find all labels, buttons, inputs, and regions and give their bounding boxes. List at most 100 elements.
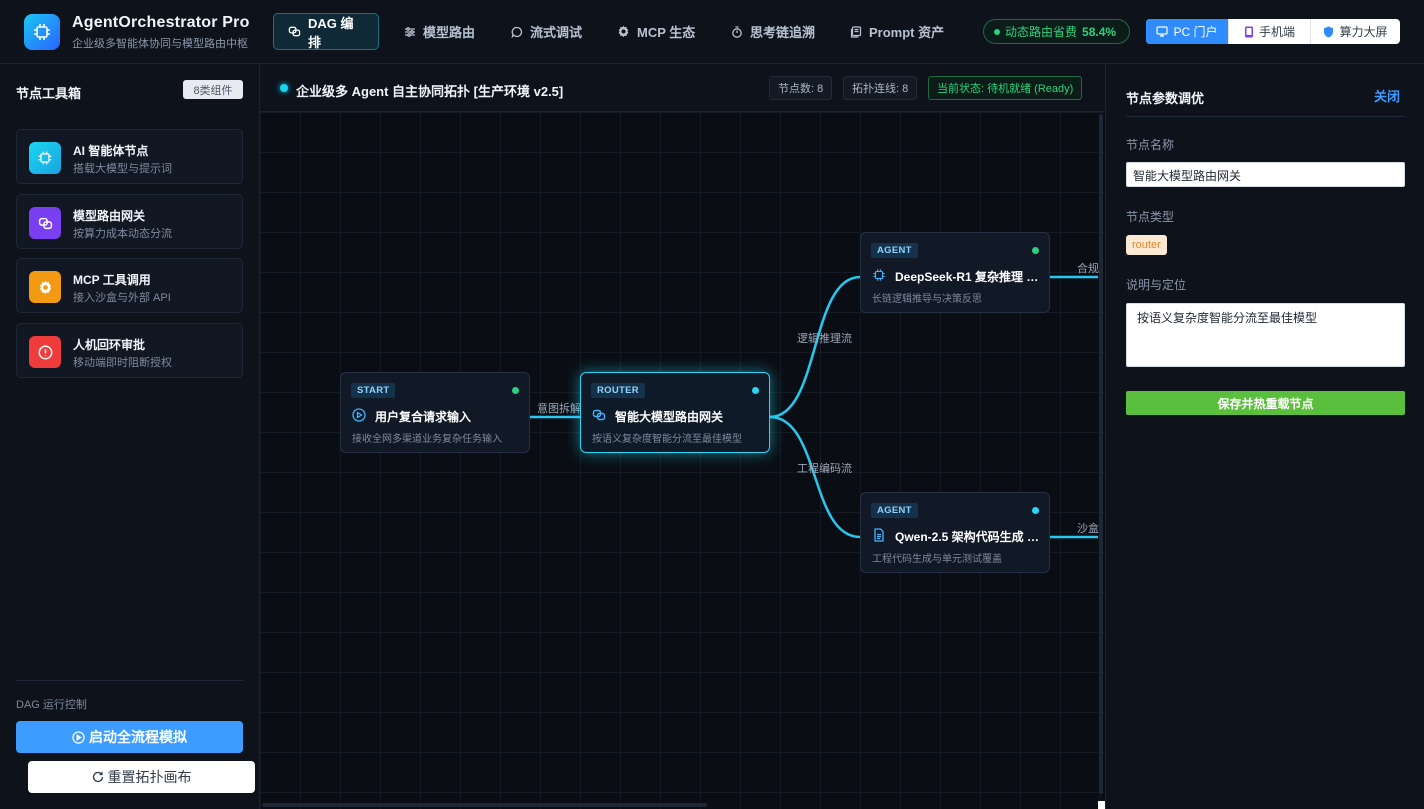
tool-icon-box <box>29 207 61 239</box>
horizontal-scrollbar[interactable] <box>262 803 707 807</box>
tool-desc: 接入沙盒与外部 API <box>73 292 171 304</box>
play-icon <box>352 408 366 422</box>
tab-mcp-label: MCP 生态 <box>637 25 696 40</box>
node-name-input[interactable]: 智能大模型路由网关 <box>1126 162 1405 187</box>
edge-label-sandbox: 沙盒 <box>1077 523 1099 535</box>
edge-router-qwen <box>769 415 861 539</box>
divider <box>16 680 243 681</box>
tool-icon-box <box>29 271 61 303</box>
node-toolbox-panel: 节点工具箱 8类组件 AI 智能体节点 搭载大模型与提示词 模型路由网关 按算力… <box>0 64 260 809</box>
dag-canvas[interactable]: 意图拆解 逻辑推理流 工程编码流 合规 沙盒 START 用户复合请求输入 接收… <box>260 64 1105 809</box>
node-status-dot <box>1032 507 1039 514</box>
vertical-scrollbar[interactable] <box>1099 114 1103 794</box>
node-title: 智能大模型路由网关 <box>615 410 724 424</box>
tab-prompt-assets-label: Prompt 资产 <box>869 25 945 40</box>
edge-router-deepseek <box>769 275 861 419</box>
node-desc: 工程代码生成与单元测试覆盖 <box>872 554 1002 565</box>
chip-icon <box>34 24 50 40</box>
tool-human-approval[interactable]: 人机回环审批 移动端即时阻断授权 <box>16 323 243 378</box>
tool-model-router[interactable]: 模型路由网关 按算力成本动态分流 <box>16 194 243 249</box>
chat-icon <box>511 26 523 38</box>
node-router[interactable]: ROUTER 智能大模型路由网关 按语义复杂度智能分流至最佳模型 <box>580 372 770 453</box>
view-mobile-button[interactable]: 手机端 <box>1229 19 1311 44</box>
params-title: 节点参数调优 <box>1126 91 1205 106</box>
tab-dag-label: DAG 编排 <box>308 15 354 50</box>
tab-stream-debug-label: 流式调试 <box>530 25 583 40</box>
refresh-icon <box>92 771 103 783</box>
chip-icon <box>38 151 52 165</box>
doc-icon <box>874 528 884 542</box>
phone-icon <box>1244 26 1253 37</box>
edge-label-reasoning: 逻辑推理流 <box>797 333 852 345</box>
routing-savings-label: 动态路由省费 <box>1005 25 1078 39</box>
node-desc: 长链逻辑推导与决策反思 <box>872 294 982 305</box>
tool-icon-box <box>29 336 61 368</box>
routing-savings-value: 58.4% <box>1082 24 1117 39</box>
edge-label-intent: 意图拆解 <box>537 403 581 415</box>
node-params-panel: 节点参数调优 关闭 节点名称 智能大模型路由网关 节点类型 router 说明与… <box>1105 64 1424 809</box>
sliders-icon <box>405 26 415 37</box>
link-icon <box>592 409 606 421</box>
live-dot <box>280 84 288 92</box>
link-icon <box>38 217 52 229</box>
view-switcher: PC 门户 手机端 算力大屏 <box>1146 19 1400 44</box>
chip-icon <box>873 269 885 281</box>
tab-mcp[interactable]: MCP 生态 <box>603 13 709 50</box>
edge-count-chip: 拓扑连线: 8 <box>843 76 918 100</box>
tab-prompt-assets[interactable]: Prompt 资产 <box>836 13 958 50</box>
canvas-header: 企业级多 Agent 自主协同拓扑 [生产环境 v2.5] 节点数: 8 拓扑连… <box>260 64 1105 112</box>
top-header: AgentOrchestrator Pro 企业级多智能体协同与模型路由中枢 D… <box>0 0 1424 64</box>
status-chip: 当前状态: 待机就绪 (Ready) <box>928 76 1083 100</box>
app-logo <box>24 14 60 50</box>
tool-desc: 搭载大模型与提示词 <box>73 163 172 175</box>
view-pc-button[interactable]: PC 门户 <box>1146 19 1229 44</box>
node-name-label: 节点名称 <box>1126 138 1175 152</box>
close-button[interactable]: 关闭 <box>1374 86 1400 105</box>
tab-model-routing-label: 模型路由 <box>423 25 476 40</box>
monitor-icon <box>1156 26 1169 37</box>
shield-icon <box>1324 26 1334 37</box>
tool-desc: 移动端即时阻断授权 <box>73 357 172 369</box>
node-title: DeepSeek-R1 复杂推理 Agent <box>895 270 1041 284</box>
tool-icon-box <box>29 142 61 174</box>
node-desc-textarea[interactable]: 按语义复杂度智能分流至最佳模型 <box>1126 303 1405 367</box>
tab-stream-debug[interactable]: 流式调试 <box>497 13 596 50</box>
tool-title: MCP 工具调用 <box>73 273 151 287</box>
node-agent-qwen[interactable]: AGENT Qwen-2.5 架构代码生成 Agent 工程代码生成与单元测试覆… <box>860 492 1050 573</box>
node-agent-deepseek[interactable]: AGENT DeepSeek-R1 复杂推理 Agent 长链逻辑推导与决策反思 <box>860 232 1050 313</box>
reset-canvas-button[interactable]: 重置拓扑画布 <box>28 761 255 793</box>
app-root: AgentOrchestrator Pro 企业级多智能体协同与模型路由中枢 D… <box>0 0 1424 809</box>
node-status-dot <box>752 387 759 394</box>
timer-icon <box>732 25 742 38</box>
node-tag: AGENT <box>871 243 918 258</box>
app-subtitle: 企业级多智能体协同与模型路由中枢 <box>72 38 248 50</box>
view-bigscreen-button[interactable]: 算力大屏 <box>1311 19 1400 44</box>
routing-savings-badge: 动态路由省费 58.4% <box>983 19 1130 44</box>
tool-title: 人机回环审批 <box>73 338 146 352</box>
node-desc-label: 说明与定位 <box>1126 278 1187 292</box>
save-reload-button[interactable]: 保存并热重载节点 <box>1126 391 1405 415</box>
status-dot <box>994 28 1000 35</box>
tab-model-routing[interactable]: 模型路由 <box>390 13 489 50</box>
view-pc-label: PC 门户 <box>1173 25 1218 39</box>
node-type-badge: router <box>1126 235 1167 255</box>
tab-thought-trace[interactable]: 思考链追溯 <box>717 13 829 50</box>
gear-icon <box>618 25 629 38</box>
node-title: Qwen-2.5 架构代码生成 Agent <box>895 530 1041 544</box>
node-start[interactable]: START 用户复合请求输入 接收全网多渠道业务复杂任务输入 <box>340 372 530 453</box>
node-tag: ROUTER <box>591 383 645 398</box>
tool-mcp-call[interactable]: MCP 工具调用 接入沙盒与外部 API <box>16 258 243 313</box>
view-bigscreen-label: 算力大屏 <box>1339 25 1388 39</box>
node-desc: 接收全网多渠道业务复杂任务输入 <box>352 434 502 445</box>
tool-ai-agent-node[interactable]: AI 智能体节点 搭载大模型与提示词 <box>16 129 243 184</box>
node-count-chip: 节点数: 8 <box>769 76 833 100</box>
node-tag: AGENT <box>871 503 918 518</box>
start-simulation-button[interactable]: 启动全流程模拟 <box>16 721 243 753</box>
tab-dag[interactable]: DAG 编排 <box>273 13 379 50</box>
app-title: AgentOrchestrator Pro <box>72 14 250 31</box>
dag-control-label: DAG 运行控制 <box>16 699 87 711</box>
node-status-dot <box>512 387 519 394</box>
divider <box>1126 116 1405 117</box>
reset-canvas-label: 重置拓扑画布 <box>107 769 192 785</box>
start-simulation-label: 启动全流程模拟 <box>89 729 187 745</box>
